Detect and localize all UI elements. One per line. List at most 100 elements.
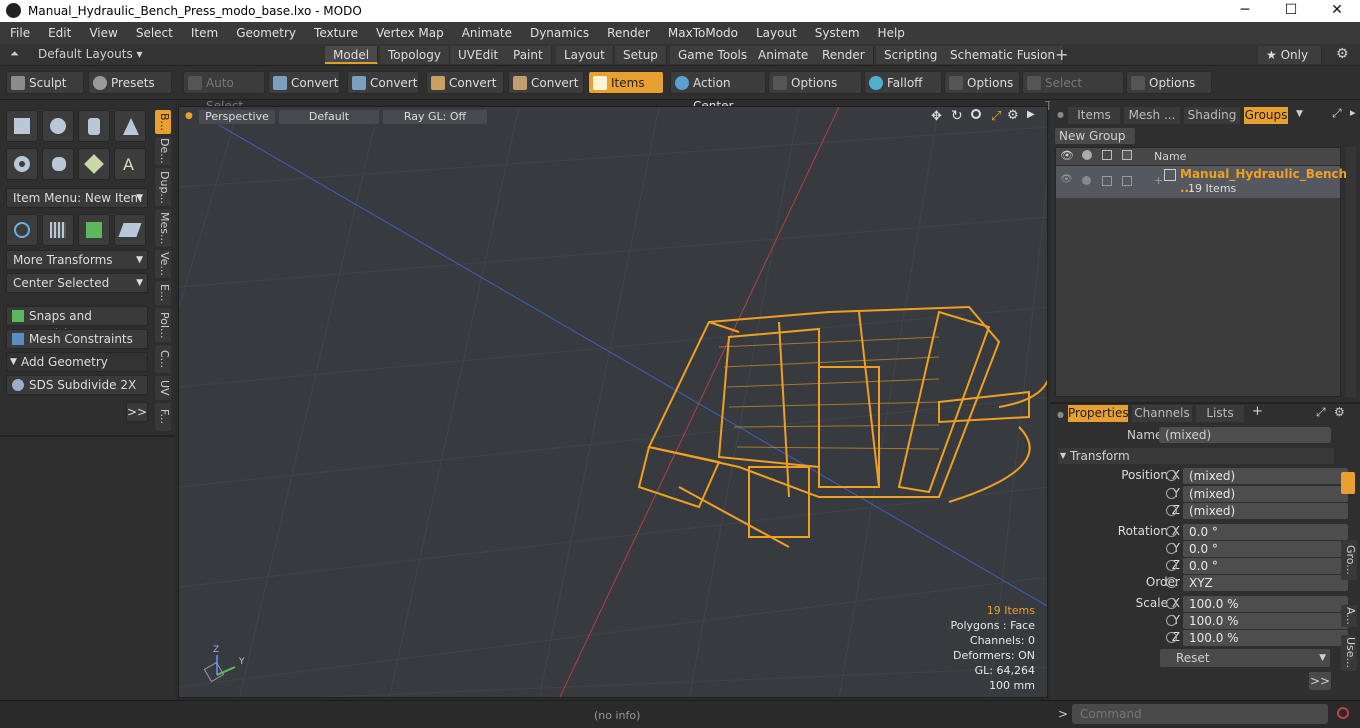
menu-geometry[interactable]: Geometry xyxy=(227,26,305,40)
command-input[interactable] xyxy=(1072,704,1328,724)
menu-edit[interactable]: Edit xyxy=(39,26,80,40)
item-menu-dropdown[interactable]: Item Menu: New Item ▼ xyxy=(6,188,148,208)
properties-gear-icon[interactable]: ⚙ xyxy=(1334,405,1345,419)
viewport-gear-icon[interactable]: ⚙ xyxy=(1007,108,1019,123)
side-tab-a[interactable]: A... xyxy=(1341,605,1357,627)
row-select-icon[interactable] xyxy=(1122,176,1132,186)
auto-select-button[interactable]: Auto Select xyxy=(183,71,265,113)
3d-viewport[interactable]: ● Perspective Default Ray GL: Off ✥ ↻ ⤢ … xyxy=(178,106,1048,698)
center-selected-dropdown[interactable]: Center Selected ▼ xyxy=(6,273,148,293)
gear-icon[interactable]: ⚙ xyxy=(1336,46,1349,62)
action-center-options-button[interactable]: Options xyxy=(768,71,862,94)
tab-scripting[interactable]: Scripting xyxy=(876,46,947,64)
panel-menu-dot-icon[interactable]: ● xyxy=(1057,110,1064,119)
plane-tool-icon[interactable] xyxy=(114,214,146,246)
row-eye-icon[interactable]: 👁 xyxy=(1060,174,1073,185)
menu-file[interactable]: File xyxy=(0,26,39,40)
tab-items[interactable]: Items xyxy=(1068,107,1120,124)
cube-tool-icon[interactable] xyxy=(6,110,38,142)
expand-panel-icon[interactable]: ⤢ xyxy=(1332,106,1342,121)
menu-view[interactable]: View xyxy=(80,26,126,40)
maximize-button[interactable]: ☐ xyxy=(1268,0,1314,22)
light-tool-icon[interactable] xyxy=(78,148,110,180)
cylinder-tool-icon[interactable] xyxy=(78,110,110,142)
group-row[interactable]: 👁 + Manual_Hydraulic_Bench ... 19 Items xyxy=(1056,166,1347,198)
transform-tool-icon[interactable] xyxy=(6,214,38,246)
tab-lists[interactable]: Lists xyxy=(1196,405,1244,422)
row-lock-icon[interactable] xyxy=(1102,176,1112,186)
more-transforms-dropdown[interactable]: More Transforms ▼ xyxy=(6,250,148,270)
vtab-polygon[interactable]: Pol... xyxy=(155,308,171,342)
animate-dot-icon[interactable] xyxy=(1166,505,1177,516)
properties-expand-icon[interactable]: ⤢ xyxy=(1316,405,1326,420)
position-y-field[interactable]: (mixed) xyxy=(1183,486,1348,502)
viewport-menu-dot-icon[interactable]: ● xyxy=(185,111,193,121)
grid-plane-icon[interactable] xyxy=(42,214,74,246)
expand-plus-icon[interactable]: + xyxy=(1154,174,1163,187)
select-through-button[interactable]: Select Through xyxy=(1022,71,1124,113)
scale-z-field[interactable]: 100.0 % xyxy=(1183,630,1348,646)
rotation-y-field[interactable]: 0.0 ° xyxy=(1183,541,1348,557)
animate-dot-icon[interactable] xyxy=(1166,543,1177,554)
menu-texture[interactable]: Texture xyxy=(305,26,367,40)
record-icon[interactable] xyxy=(1337,707,1349,719)
render-icon[interactable] xyxy=(1082,150,1092,160)
zoom-icon[interactable] xyxy=(971,109,981,119)
more-arrow-icon[interactable]: ▶ xyxy=(1027,109,1035,120)
scale-x-field[interactable]: 100.0 % xyxy=(1183,596,1348,612)
vtab-basic[interactable]: B... xyxy=(155,110,171,134)
tab-channels[interactable]: Channels xyxy=(1132,405,1192,422)
sculpt-button[interactable]: Sculpt xyxy=(6,71,84,94)
position-x-field[interactable]: (mixed) xyxy=(1183,468,1348,484)
lock-cube-icon[interactable] xyxy=(1102,150,1112,160)
tab-paint[interactable]: Paint xyxy=(505,46,552,64)
vtab-edge[interactable]: E... xyxy=(155,281,171,305)
new-group-button[interactable]: New Group xyxy=(1055,128,1135,144)
capsule-tool-icon[interactable] xyxy=(42,148,74,180)
raygl-toggle[interactable]: Ray GL: Off xyxy=(383,110,487,124)
properties-expand-button[interactable]: >> xyxy=(1309,672,1331,690)
cone-tool-icon[interactable] xyxy=(114,110,146,142)
vtab-deform[interactable]: De... xyxy=(155,137,171,165)
mesh-cube-icon[interactable] xyxy=(78,214,110,246)
fit-view-icon[interactable]: ⤢ xyxy=(991,109,1001,124)
menu-help[interactable]: Help xyxy=(869,26,914,40)
animate-dot-icon[interactable] xyxy=(1166,470,1177,481)
position-z-field[interactable]: (mixed) xyxy=(1183,503,1348,519)
perspective-dropdown[interactable]: Perspective xyxy=(199,110,275,124)
tab-uvedit[interactable]: UVEdit xyxy=(450,46,508,64)
mesh-constraints-button[interactable]: Mesh Constraints xyxy=(6,329,148,349)
menu-layout[interactable]: Layout xyxy=(747,26,806,40)
animate-dot-icon[interactable] xyxy=(1166,598,1177,609)
convert-edges-button[interactable]: Convert xyxy=(347,71,419,94)
side-tab-user[interactable]: Use... xyxy=(1341,635,1357,671)
menu-dynamics[interactable]: Dynamics xyxy=(521,26,598,40)
collapse-icon[interactable]: ⏶ xyxy=(10,47,19,61)
falloff-button[interactable]: Falloff xyxy=(864,71,942,94)
animate-dot-icon[interactable] xyxy=(1166,526,1177,537)
vtab-uv[interactable]: UV xyxy=(155,376,171,400)
tab-game-tools[interactable]: Game Tools xyxy=(670,46,757,64)
text-tool-icon[interactable]: A xyxy=(114,148,146,180)
tabs-dropdown-icon[interactable]: ▼ xyxy=(1296,109,1303,119)
torus-tool-icon[interactable] xyxy=(6,148,38,180)
animate-dot-icon[interactable] xyxy=(1166,632,1177,643)
reset-dropdown[interactable]: Reset ▼ xyxy=(1160,649,1330,667)
menu-maxtomodo[interactable]: MaxToModo xyxy=(659,26,747,40)
side-tab-groups[interactable]: Gro... xyxy=(1341,540,1357,580)
tab-groups[interactable]: Groups xyxy=(1244,107,1288,124)
animate-dot-icon[interactable] xyxy=(1166,488,1177,499)
animate-dot-icon[interactable] xyxy=(1166,577,1177,588)
add-tab-button[interactable]: + xyxy=(1252,404,1263,419)
sphere-tool-icon[interactable] xyxy=(42,110,74,142)
menu-vertex-map[interactable]: Vertex Map xyxy=(367,26,453,40)
vtab-vertex[interactable]: Ve... xyxy=(155,250,171,278)
panel-menu-dot-icon[interactable]: ● xyxy=(1057,410,1064,419)
scale-y-field[interactable]: 100.0 % xyxy=(1183,613,1348,629)
pan-icon[interactable]: ✥ xyxy=(931,109,942,124)
presets-button[interactable]: Presets F6 xyxy=(88,71,172,113)
rotation-x-field[interactable]: 0.0 ° xyxy=(1183,524,1348,540)
row-render-icon[interactable] xyxy=(1082,176,1091,185)
snaps-precision-button[interactable]: Snaps and Precision xyxy=(6,306,148,341)
add-tab-button[interactable]: + xyxy=(1055,45,1068,64)
